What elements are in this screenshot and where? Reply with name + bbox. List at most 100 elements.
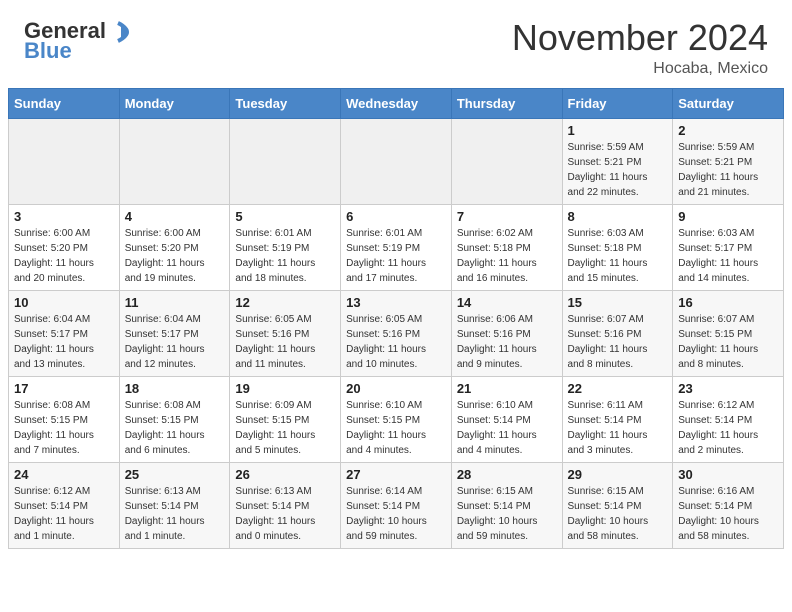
day-number: 17 [14, 381, 114, 396]
calendar-cell: 24Sunrise: 6:12 AMSunset: 5:14 PMDayligh… [9, 462, 120, 548]
day-info: Sunrise: 6:13 AMSunset: 5:14 PMDaylight:… [125, 484, 225, 544]
day-number: 15 [568, 295, 668, 310]
calendar-cell: 30 Sunrise: 6:16 AMSunset: 5:14 PMDayligh… [673, 462, 784, 548]
calendar-cell: 28 Sunrise: 6:15 AMSunset: 5:14 PMDayligh… [451, 462, 562, 548]
day-number: 25 [125, 467, 225, 482]
day-number: 11 [125, 295, 225, 310]
calendar-wrapper: SundayMondayTuesdayWednesdayThursdayFrid… [0, 88, 792, 557]
month-title: November 2024 [512, 18, 768, 58]
day-info: Sunrise: 5:59 AMSunset: 5:21 PMDaylight:… [568, 140, 668, 200]
calendar-cell: 17 Sunrise: 6:08 AMSunset: 5:15 PMDayligh… [9, 376, 120, 462]
calendar-cell: 4 Sunrise: 6:00 AMSunset: 5:20 PMDaylight… [119, 204, 230, 290]
day-number: 16 [678, 295, 778, 310]
day-number: 29 [568, 467, 668, 482]
calendar-cell: 22 Sunrise: 6:11 AMSunset: 5:14 PMDayligh… [562, 376, 673, 462]
day-info: Sunrise: 6:12 AMSunset: 5:14 PMDaylight:… [678, 398, 778, 458]
day-info: Sunrise: 6:04 AMSunset: 5:17 PMDaylight:… [125, 312, 225, 372]
calendar-cell: 26 Sunrise: 6:13 AMSunset: 5:14 PMDayligh… [230, 462, 341, 548]
calendar-cell: 13 Sunrise: 6:05 AMSunset: 5:16 PMDayligh… [341, 290, 452, 376]
calendar-cell: 8Sunrise: 6:03 AMSunset: 5:18 PMDaylight… [562, 204, 673, 290]
weekday-thursday: Thursday [451, 88, 562, 118]
day-info: Sunrise: 6:01 AMSunset: 5:19 PMDaylight:… [235, 226, 335, 286]
day-number: 12 [235, 295, 335, 310]
calendar-cell: 12Sunrise: 6:05 AMSunset: 5:16 PMDayligh… [230, 290, 341, 376]
day-number: 22 [568, 381, 668, 396]
weekday-friday: Friday [562, 88, 673, 118]
day-info: Sunrise: 6:16 AMSunset: 5:14 PMDaylight:… [678, 484, 778, 544]
weekday-sunday: Sunday [9, 88, 120, 118]
day-number: 28 [457, 467, 557, 482]
calendar-week-0: 1 Sunrise: 5:59 AMSunset: 5:21 PMDaylight… [9, 118, 784, 204]
day-info: Sunrise: 6:12 AMSunset: 5:14 PMDaylight:… [14, 484, 114, 544]
calendar-body: 1 Sunrise: 5:59 AMSunset: 5:21 PMDaylight… [9, 118, 784, 548]
day-info: Sunrise: 6:06 AMSunset: 5:16 PMDaylight:… [457, 312, 557, 372]
day-info: Sunrise: 6:10 AMSunset: 5:15 PMDaylight:… [346, 398, 446, 458]
day-number: 13 [346, 295, 446, 310]
day-number: 21 [457, 381, 557, 396]
day-number: 20 [346, 381, 446, 396]
logo: General Blue [24, 18, 129, 63]
calendar-cell: 9 Sunrise: 6:03 AMSunset: 5:17 PMDaylight… [673, 204, 784, 290]
calendar-cell: 27Sunrise: 6:14 AMSunset: 5:14 PMDayligh… [341, 462, 452, 548]
calendar-cell [119, 118, 230, 204]
day-number: 18 [125, 381, 225, 396]
calendar-cell: 14Sunrise: 6:06 AMSunset: 5:16 PMDayligh… [451, 290, 562, 376]
calendar-week-2: 10 Sunrise: 6:04 AMSunset: 5:17 PMDayligh… [9, 290, 784, 376]
calendar-week-3: 17 Sunrise: 6:08 AMSunset: 5:15 PMDayligh… [9, 376, 784, 462]
day-info: Sunrise: 6:13 AMSunset: 5:14 PMDaylight:… [235, 484, 335, 544]
day-number: 30 [678, 467, 778, 482]
calendar-cell: 11 Sunrise: 6:04 AMSunset: 5:17 PMDayligh… [119, 290, 230, 376]
day-number: 5 [235, 209, 335, 224]
day-info: Sunrise: 6:00 AMSunset: 5:20 PMDaylight:… [14, 226, 114, 286]
calendar-cell: 15 Sunrise: 6:07 AMSunset: 5:16 PMDayligh… [562, 290, 673, 376]
location: Hocaba, Mexico [512, 60, 768, 78]
calendar-cell: 20 Sunrise: 6:10 AMSunset: 5:15 PMDayligh… [341, 376, 452, 462]
day-number: 9 [678, 209, 778, 224]
day-info: Sunrise: 6:15 AMSunset: 5:14 PMDaylight:… [568, 484, 668, 544]
calendar-cell: 29 Sunrise: 6:15 AMSunset: 5:14 PMDayligh… [562, 462, 673, 548]
day-number: 10 [14, 295, 114, 310]
day-info: Sunrise: 6:10 AMSunset: 5:14 PMDaylight:… [457, 398, 557, 458]
day-info: Sunrise: 6:00 AMSunset: 5:20 PMDaylight:… [125, 226, 225, 286]
calendar-cell [341, 118, 452, 204]
weekday-wednesday: Wednesday [341, 88, 452, 118]
day-info: Sunrise: 5:59 AMSunset: 5:21 PMDaylight:… [678, 140, 778, 200]
calendar-cell: 1 Sunrise: 5:59 AMSunset: 5:21 PMDaylight… [562, 118, 673, 204]
day-number: 4 [125, 209, 225, 224]
day-info: Sunrise: 6:05 AMSunset: 5:16 PMDaylight:… [346, 312, 446, 372]
calendar-cell [451, 118, 562, 204]
calendar-week-1: 3 Sunrise: 6:00 AMSunset: 5:20 PMDaylight… [9, 204, 784, 290]
calendar-cell [9, 118, 120, 204]
weekday-row: SundayMondayTuesdayWednesdayThursdayFrid… [9, 88, 784, 118]
day-info: Sunrise: 6:08 AMSunset: 5:15 PMDaylight:… [125, 398, 225, 458]
calendar-cell: 7 Sunrise: 6:02 AMSunset: 5:18 PMDaylight… [451, 204, 562, 290]
calendar-cell: 25 Sunrise: 6:13 AMSunset: 5:14 PMDayligh… [119, 462, 230, 548]
day-info: Sunrise: 6:11 AMSunset: 5:14 PMDaylight:… [568, 398, 668, 458]
day-info: Sunrise: 6:03 AMSunset: 5:17 PMDaylight:… [678, 226, 778, 286]
day-info: Sunrise: 6:08 AMSunset: 5:15 PMDaylight:… [14, 398, 114, 458]
weekday-tuesday: Tuesday [230, 88, 341, 118]
calendar-table: SundayMondayTuesdayWednesdayThursdayFrid… [8, 88, 784, 549]
logo-icon [107, 21, 129, 43]
calendar-cell: 18 Sunrise: 6:08 AMSunset: 5:15 PMDayligh… [119, 376, 230, 462]
calendar-cell: 2Sunrise: 5:59 AMSunset: 5:21 PMDaylight… [673, 118, 784, 204]
day-info: Sunrise: 6:09 AMSunset: 5:15 PMDaylight:… [235, 398, 335, 458]
day-info: Sunrise: 6:02 AMSunset: 5:18 PMDaylight:… [457, 226, 557, 286]
day-number: 8 [568, 209, 668, 224]
day-number: 27 [346, 467, 446, 482]
page-header: General Blue November 2024 Hocaba, Mexic… [0, 0, 792, 88]
day-number: 1 [568, 123, 668, 138]
day-number: 3 [14, 209, 114, 224]
day-number: 6 [346, 209, 446, 224]
calendar-cell: 23Sunrise: 6:12 AMSunset: 5:14 PMDayligh… [673, 376, 784, 462]
day-number: 19 [235, 381, 335, 396]
weekday-monday: Monday [119, 88, 230, 118]
calendar-cell [230, 118, 341, 204]
day-info: Sunrise: 6:07 AMSunset: 5:16 PMDaylight:… [568, 312, 668, 372]
calendar-cell: 16 Sunrise: 6:07 AMSunset: 5:15 PMDayligh… [673, 290, 784, 376]
day-number: 7 [457, 209, 557, 224]
day-info: Sunrise: 6:07 AMSunset: 5:15 PMDaylight:… [678, 312, 778, 372]
day-info: Sunrise: 6:15 AMSunset: 5:14 PMDaylight:… [457, 484, 557, 544]
calendar-cell: 3 Sunrise: 6:00 AMSunset: 5:20 PMDaylight… [9, 204, 120, 290]
day-number: 26 [235, 467, 335, 482]
